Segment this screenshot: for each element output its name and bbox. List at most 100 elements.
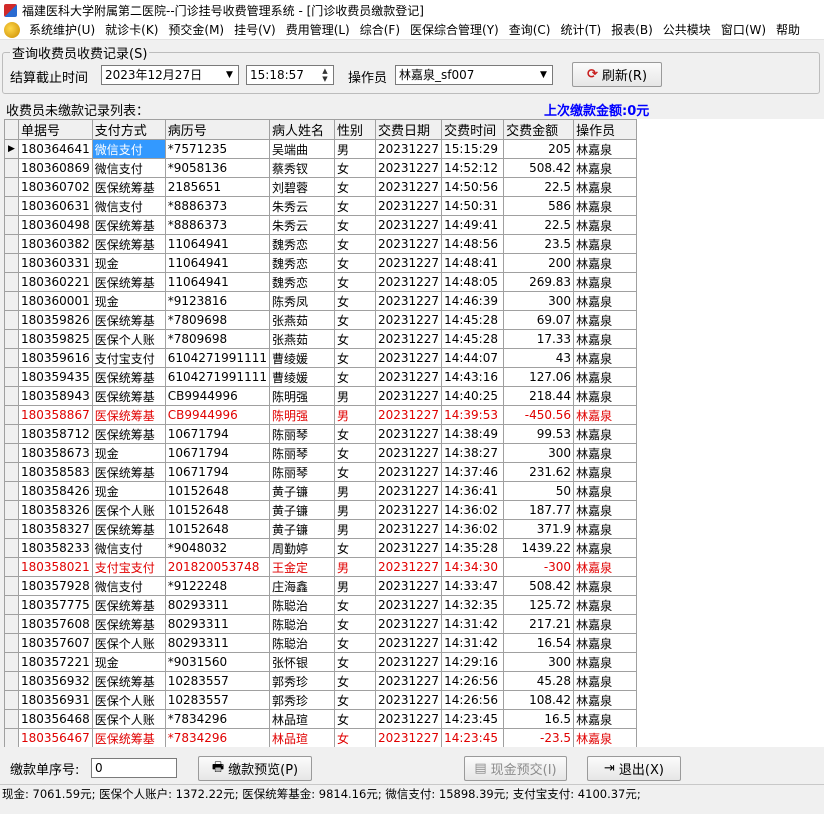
pay-date-cell[interactable]: 20231227	[374, 557, 443, 577]
receipt-no-cell[interactable]: 180357221	[18, 652, 93, 672]
table-row[interactable]: 180357607 医保个人账 80293311 陈聪治女 20231227 14:31:…	[4, 633, 638, 653]
pay-date-cell[interactable]: 20231227	[374, 728, 443, 747]
receipt-no-cell[interactable]: 180359616	[18, 348, 93, 368]
pay-date-cell[interactable]: 20231227	[374, 481, 443, 501]
record-no-cell[interactable]: *9122248	[164, 576, 270, 596]
gender-cell[interactable]: 女	[333, 595, 376, 615]
amount-cell[interactable]: 45.28	[503, 671, 575, 691]
payment-method-cell[interactable]: 医保统筹基	[91, 234, 166, 254]
gender-cell[interactable]: 女	[333, 709, 376, 729]
gender-cell[interactable]: 女	[333, 196, 376, 216]
amount-cell[interactable]: 17.33	[503, 329, 575, 349]
menu-insurance-management[interactable]: 医保综合管理(Y)	[405, 20, 504, 39]
pay-time-cell[interactable]: 14:34:30	[441, 557, 505, 577]
amount-cell[interactable]: -450.56	[503, 405, 575, 425]
payment-method-cell[interactable]: 现金	[91, 291, 166, 311]
time-spinner-icon[interactable]: ▲ ▼	[318, 67, 332, 83]
table-row[interactable]: 180360631 微信支付 *8886373 朱秀云女 20231227 14:50:3…	[4, 196, 638, 216]
pay-time-cell[interactable]: 14:50:56	[441, 177, 505, 197]
receipt-no-cell[interactable]: 180358712	[18, 424, 93, 444]
pay-date-cell[interactable]: 20231227	[374, 652, 443, 672]
table-row[interactable]: 180360382 医保统筹基 11064941 魏秀恋女 20231227 14:48:…	[4, 234, 638, 254]
payment-method-cell[interactable]: 支付宝支付	[91, 348, 166, 368]
patient-name-cell[interactable]: 陈秀凤	[268, 291, 335, 311]
table-row[interactable]: 180359825 医保个人账 *7809698 张燕茹女 20231227 14:45:…	[4, 329, 638, 349]
pay-time-cell[interactable]: 14:52:12	[441, 158, 505, 178]
pay-time-cell[interactable]: 14:33:47	[441, 576, 505, 596]
table-row[interactable]: 180360331 现金 11064941 魏秀恋女 20231227 14:48:41 2…	[4, 253, 638, 273]
gender-cell[interactable]: 男	[333, 139, 376, 159]
receipt-no-cell[interactable]: 180358426	[18, 481, 93, 501]
operator-cell[interactable]: 林嘉泉	[573, 557, 638, 577]
operator-cell[interactable]: 林嘉泉	[573, 386, 638, 406]
table-row[interactable]: 180360001 现金 *9123816 陈秀凤女 20231227 14:46:39 3…	[4, 291, 638, 311]
gender-cell[interactable]: 女	[333, 234, 376, 254]
menu-query[interactable]: 查询(C)	[504, 20, 556, 39]
amount-cell[interactable]: 231.62	[503, 462, 575, 482]
gender-cell[interactable]: 男	[333, 386, 376, 406]
cash-prepay-button[interactable]: ▤ 现金预交(I)	[464, 756, 567, 781]
amount-cell[interactable]: 300	[503, 652, 575, 672]
receipt-no-cell[interactable]: 180360382	[18, 234, 93, 254]
payment-method-cell[interactable]: 医保统筹基	[91, 614, 166, 634]
operator-cell[interactable]: 林嘉泉	[573, 177, 638, 197]
pay-time-cell[interactable]: 14:38:27	[441, 443, 505, 463]
record-no-cell[interactable]: 10152648	[164, 519, 270, 539]
column-header[interactable]: 操作员	[573, 119, 638, 140]
receipt-no-cell[interactable]: 180360702	[18, 177, 93, 197]
gender-cell[interactable]: 女	[333, 614, 376, 634]
pay-time-cell[interactable]: 14:23:45	[441, 709, 505, 729]
table-row[interactable]: 180358327 医保统筹基 10152648 黄子镰男 20231227 14:36:…	[4, 519, 638, 539]
column-header[interactable]: 支付方式	[91, 119, 166, 140]
patient-name-cell[interactable]: 郭秀珍	[268, 690, 335, 710]
amount-cell[interactable]: 586	[503, 196, 575, 216]
amount-cell[interactable]: 269.83	[503, 272, 575, 292]
gender-cell[interactable]: 女	[333, 310, 376, 330]
pay-date-cell[interactable]: 20231227	[374, 671, 443, 691]
record-no-cell[interactable]: 10283557	[164, 671, 270, 691]
amount-cell[interactable]: 1439.22	[503, 538, 575, 558]
patient-name-cell[interactable]: 黄子镰	[268, 481, 335, 501]
pay-date-cell[interactable]: 20231227	[374, 139, 443, 159]
table-row[interactable]: 180357608 医保统筹基 80293311 陈聪治女 20231227 14:31:…	[4, 614, 638, 634]
gender-cell[interactable]: 男	[333, 557, 376, 577]
table-row[interactable]: 180358583 医保统筹基 10671794 陈丽琴女 20231227 14:37:…	[4, 462, 638, 482]
record-no-cell[interactable]: *8886373	[164, 215, 270, 235]
menu-public-module[interactable]: 公共模块	[658, 20, 716, 39]
pay-time-cell[interactable]: 14:26:56	[441, 690, 505, 710]
record-no-cell[interactable]: 80293311	[164, 595, 270, 615]
record-no-cell[interactable]: *9123816	[164, 291, 270, 311]
operator-cell[interactable]: 林嘉泉	[573, 291, 638, 311]
operator-cell[interactable]: 林嘉泉	[573, 405, 638, 425]
pay-date-cell[interactable]: 20231227	[374, 215, 443, 235]
operator-cell[interactable]: 林嘉泉	[573, 329, 638, 349]
patient-name-cell[interactable]: 吴端曲	[268, 139, 335, 159]
patient-name-cell[interactable]: 蔡秀钗	[268, 158, 335, 178]
pay-time-cell[interactable]: 14:38:49	[441, 424, 505, 444]
column-header[interactable]: 性别	[333, 119, 376, 140]
pay-time-cell[interactable]: 14:49:41	[441, 215, 505, 235]
record-no-cell[interactable]: *7834296	[164, 728, 270, 747]
pay-time-cell[interactable]: 14:46:39	[441, 291, 505, 311]
gender-cell[interactable]: 女	[333, 215, 376, 235]
pay-time-cell[interactable]: 14:45:28	[441, 329, 505, 349]
pay-date-cell[interactable]: 20231227	[374, 424, 443, 444]
amount-cell[interactable]: 371.9	[503, 519, 575, 539]
patient-name-cell[interactable]: 曹绫媛	[268, 348, 335, 368]
record-no-cell[interactable]: *7571235	[164, 139, 270, 159]
gender-cell[interactable]: 女	[333, 728, 376, 747]
pay-date-cell[interactable]: 20231227	[374, 538, 443, 558]
operator-cell[interactable]: 林嘉泉	[573, 424, 638, 444]
receipt-no-cell[interactable]: 180358327	[18, 519, 93, 539]
serial-input[interactable]: 0	[91, 758, 177, 778]
receipt-no-cell[interactable]: 180360631	[18, 196, 93, 216]
receipt-no-cell[interactable]: 180359825	[18, 329, 93, 349]
gender-cell[interactable]: 男	[333, 519, 376, 539]
record-no-cell[interactable]: *9031560	[164, 652, 270, 672]
payment-method-cell[interactable]: 现金	[91, 253, 166, 273]
receipt-no-cell[interactable]: 180357928	[18, 576, 93, 596]
record-no-cell[interactable]: 6104271991111	[164, 348, 270, 368]
receipt-no-cell[interactable]: 180358326	[18, 500, 93, 520]
receipt-no-cell[interactable]: 180358233	[18, 538, 93, 558]
operator-cell[interactable]: 林嘉泉	[573, 728, 638, 747]
